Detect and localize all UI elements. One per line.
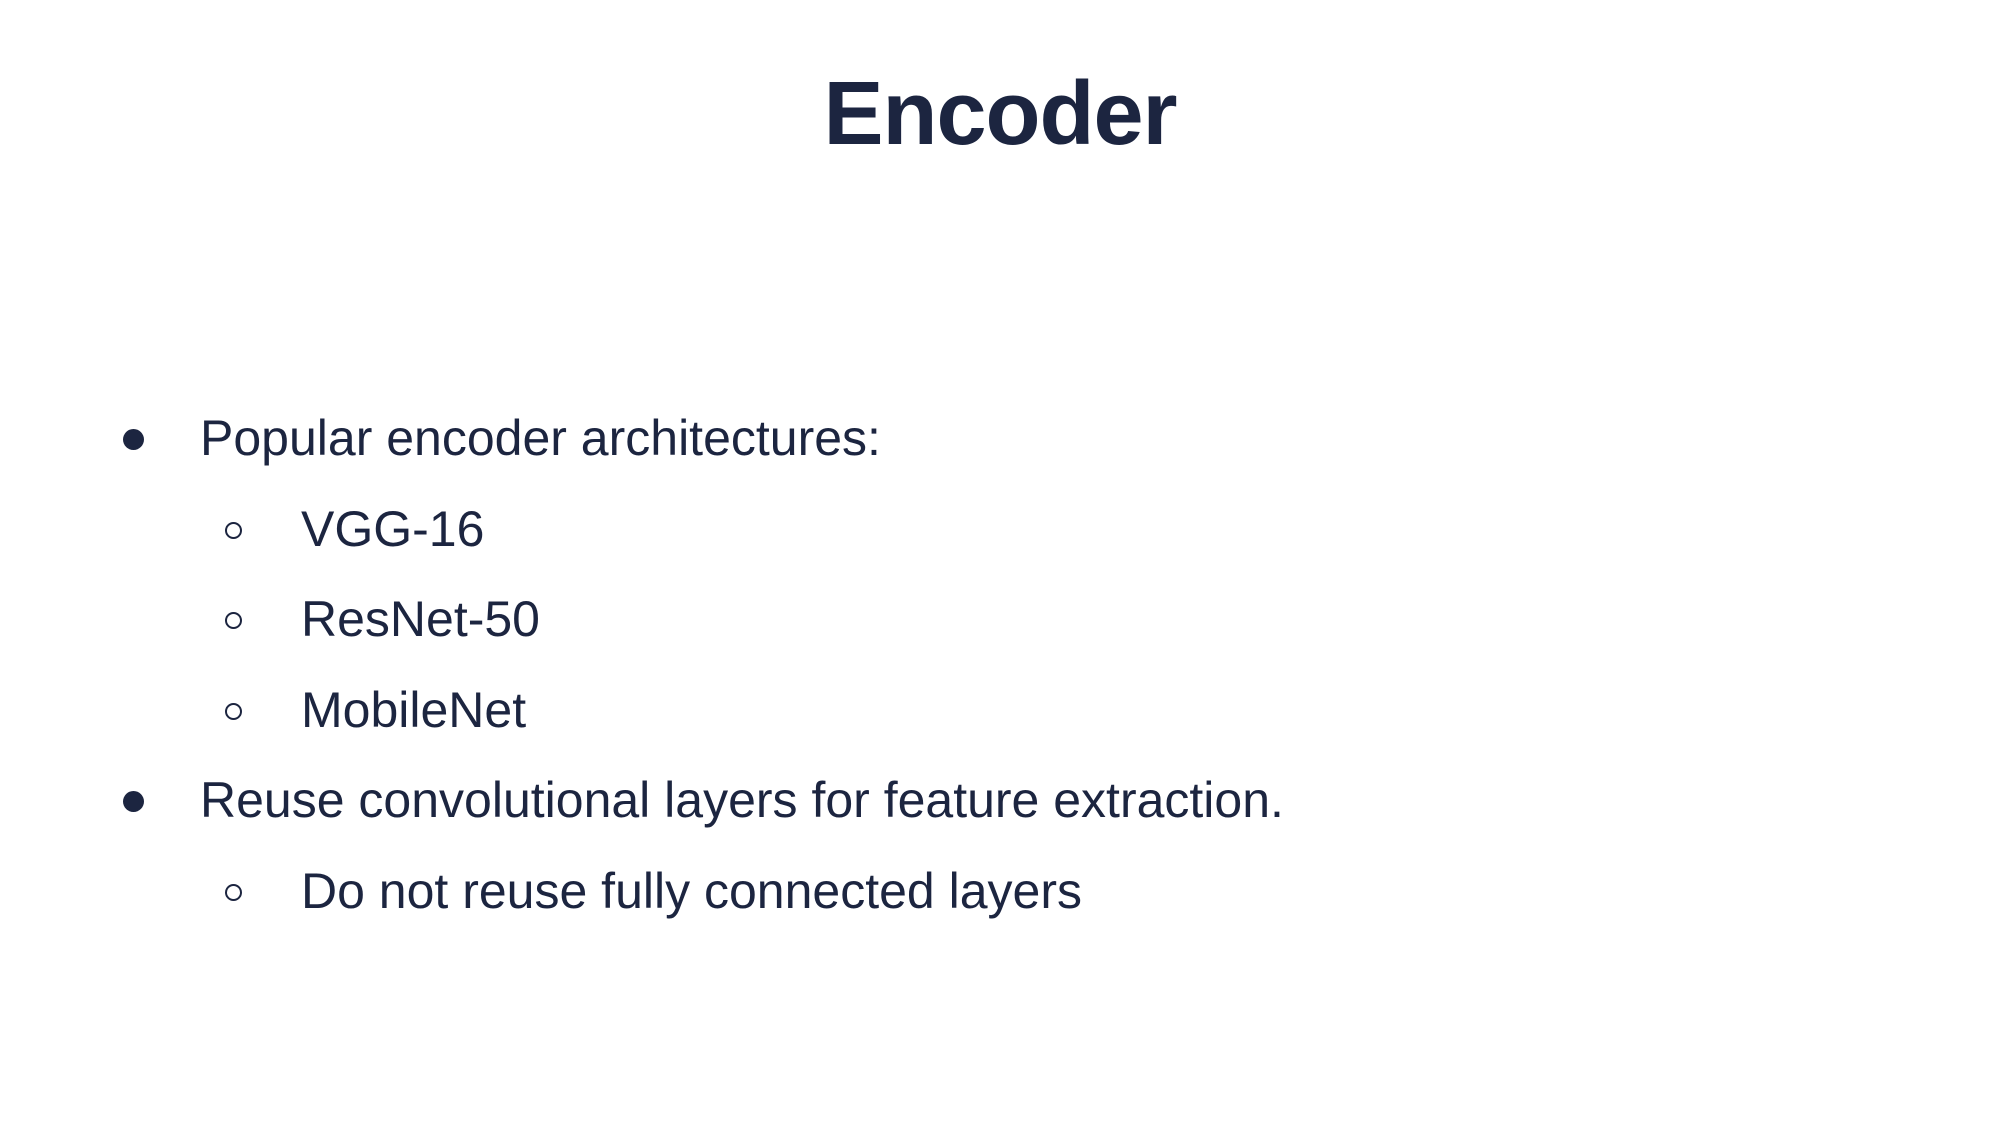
bullet-item: Popular encoder architectures: bbox=[0, 393, 1900, 484]
sub-bullet-item: VGG-16 bbox=[0, 484, 1900, 575]
filled-circle-bullet-icon bbox=[113, 755, 153, 845]
bullet-item: Reuse convolutional layers for feature e… bbox=[0, 755, 1900, 846]
sub-bullet-item: Do not reuse fully connected layers bbox=[0, 846, 1900, 937]
slide: Encoder Popular encoder architectures: V… bbox=[0, 0, 2000, 1125]
sub-bullet-text: Do not reuse fully connected layers bbox=[301, 862, 1082, 919]
sub-bullet-item: ResNet-50 bbox=[0, 574, 1900, 665]
sub-bullet-text: ResNet-50 bbox=[301, 591, 540, 647]
bullet-text: Popular encoder architectures: bbox=[200, 410, 881, 466]
sub-bullet-text: MobileNet bbox=[301, 681, 527, 738]
slide-title: Encoder bbox=[823, 64, 1177, 164]
hollow-circle-bullet-icon bbox=[213, 846, 253, 936]
filled-circle-bullet-icon bbox=[113, 393, 153, 483]
sub-bullet-text: VGG-16 bbox=[301, 500, 485, 557]
hollow-circle-bullet-icon bbox=[213, 574, 253, 664]
bullet-text: Reuse convolutional layers for feature e… bbox=[200, 772, 1284, 828]
hollow-circle-bullet-icon bbox=[213, 665, 253, 755]
bullet-list: Popular encoder architectures: VGG-16 Re… bbox=[0, 393, 1900, 936]
sub-bullet-item: MobileNet bbox=[0, 665, 1900, 756]
hollow-circle-bullet-icon bbox=[213, 484, 253, 574]
